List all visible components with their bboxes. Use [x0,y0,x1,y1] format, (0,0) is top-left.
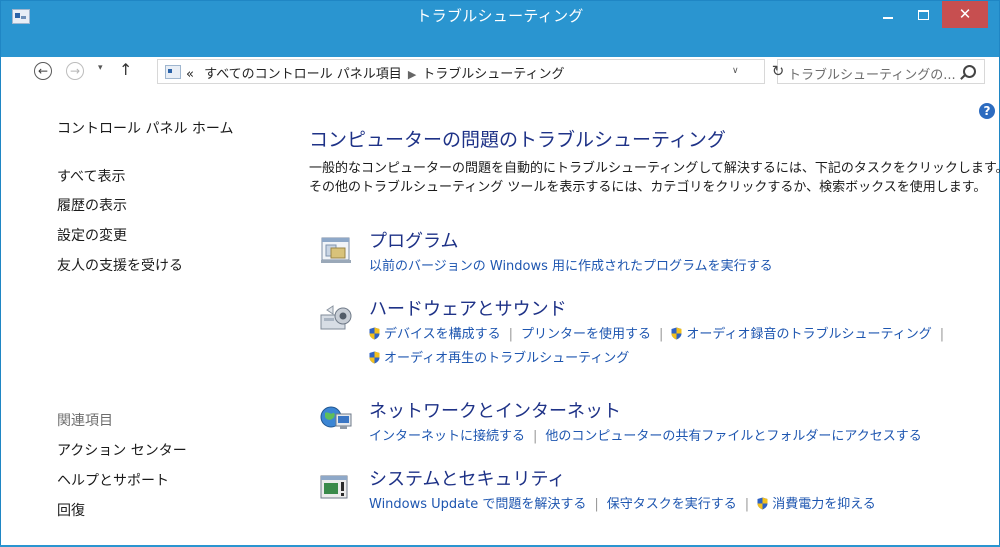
breadcrumb-overflow[interactable]: « [186,67,194,82]
breadcrumb: « すべてのコントロール パネル項目 ▶ トラブルシューティング [186,63,565,82]
programs-icon[interactable] [319,233,353,267]
uac-shield-icon [369,351,380,364]
link-access-shared-files[interactable]: 他のコンピューターの共有ファイルとフォルダーにアクセスする [545,429,921,444]
link-audio-playback-troubleshoot[interactable]: オーディオ再生のトラブルシューティング [384,351,629,366]
description-line-2: その他のトラブルシューティング ツールを表示するには、カテゴリをクリックするか、… [309,180,987,195]
category-links-network: インターネットに接続する | 他のコンピューターの共有ファイルとフォルダーにアクセス… [369,425,922,444]
close-button[interactable]: ✕ [942,1,988,28]
hardware-sound-icon[interactable] [319,301,353,335]
uac-shield-icon [369,327,380,340]
link-separator: | [508,327,514,342]
search-input[interactable]: トラブルシューティングの... [777,59,985,84]
recent-locations-button[interactable]: ▾ [98,63,103,73]
uac-shield-icon [757,497,768,510]
maximize-button[interactable] [906,1,940,28]
link-separator: | [659,327,664,342]
link-separator: | [533,429,538,444]
category-title-programs[interactable]: プログラム [369,227,458,253]
title-bar[interactable]: トラブルシューティング ✕ [1,1,999,57]
breadcrumb-separator-icon[interactable]: ▶ [408,68,416,81]
link-configure-device[interactable]: デバイスを構成する [384,327,501,342]
leftnav-item-get-help[interactable]: 友人の支援を受ける [57,255,183,275]
link-connect-internet[interactable]: インターネットに接続する [369,429,525,444]
related-item-help-support[interactable]: ヘルプとサポート [57,470,169,490]
category-title-system-security[interactable]: システムとセキュリティ [369,465,565,491]
related-item-action-center[interactable]: アクション センター [57,440,187,460]
back-button[interactable]: ← [34,62,52,80]
minimize-icon [883,16,893,19]
link-separator: | [939,327,945,342]
description-line-1: 一般的なコンピューターの問題を自動的にトラブルシューティングして解決するには、下… [309,161,1000,176]
address-box[interactable]: « すべてのコントロール パネル項目 ▶ トラブルシューティング ∨ [157,59,765,84]
breadcrumb-all-items[interactable]: すべてのコントロール パネル項目 [204,67,402,82]
related-header: 関連項目 [57,413,113,429]
control-panel-home-link[interactable]: コントロール パネル ホーム [57,118,233,138]
link-separator: | [594,497,599,512]
control-panel-icon [165,65,181,79]
category-links-hardware-sound-row2: オーディオ再生のトラブルシューティング [369,347,629,366]
link-run-maintenance[interactable]: 保守タスクを実行する [607,497,737,512]
help-icon[interactable]: ? [979,103,995,119]
link-reduce-power[interactable]: 消費電力を抑える [772,497,876,512]
leftnav-item-change-settings[interactable]: 設定の変更 [57,225,127,245]
category-links-programs: 以前のバージョンの Windows 用に作成されたプログラムを実行する [369,255,773,274]
link-separator: | [744,497,750,512]
link-use-printer[interactable]: プリンターを使用する [521,327,651,342]
window-title: トラブルシューティング [416,7,584,25]
search-placeholder: トラブルシューティングの... [788,68,956,83]
minimize-button[interactable] [871,1,905,28]
leftnav-item-show-all[interactable]: すべて表示 [57,166,125,186]
category-title-network[interactable]: ネットワークとインターネット [369,397,621,423]
troubleshooting-window: トラブルシューティング ✕ ← → ▾ ↑ « すべてのコントロール パネル項目… [0,0,1000,547]
category-title-hardware-sound[interactable]: ハードウェアとサウンド [369,295,567,321]
forward-button[interactable]: → [66,62,84,80]
uac-shield-icon [671,327,682,340]
category-links-hardware-sound: デバイスを構成する | プリンターを使用する | オーディオ録音のトラブルシューティング… [369,323,952,342]
system-security-icon[interactable] [319,471,353,505]
maximize-icon [917,9,929,20]
link-audio-recording-troubleshoot[interactable]: オーディオ録音のトラブルシューティング [686,327,931,342]
address-bar-row: ← → ▾ ↑ « すべてのコントロール パネル項目 ▶ トラブルシューティング ∨… [1,57,999,87]
address-dropdown-button[interactable]: ∨ [732,66,739,76]
breadcrumb-troubleshooting[interactable]: トラブルシューティング [422,67,564,82]
leftnav-item-history[interactable]: 履歴の表示 [57,195,127,215]
category-links-system-security: Windows Update で問題を解決する | 保守タスクを実行する | 消費電力を… [369,493,876,512]
search-icon[interactable] [963,65,976,78]
page-title: コンピューターの問題のトラブルシューティング [309,129,726,151]
link-run-old-programs[interactable]: 以前のバージョンの Windows 用に作成されたプログラムを実行する [369,259,773,274]
network-icon[interactable] [319,403,353,437]
up-button[interactable]: ↑ [119,60,132,79]
link-windows-update-fix[interactable]: Windows Update で問題を解決する [369,497,586,512]
refresh-button[interactable]: ↻ [767,59,789,84]
related-item-recovery[interactable]: 回復 [57,500,85,520]
